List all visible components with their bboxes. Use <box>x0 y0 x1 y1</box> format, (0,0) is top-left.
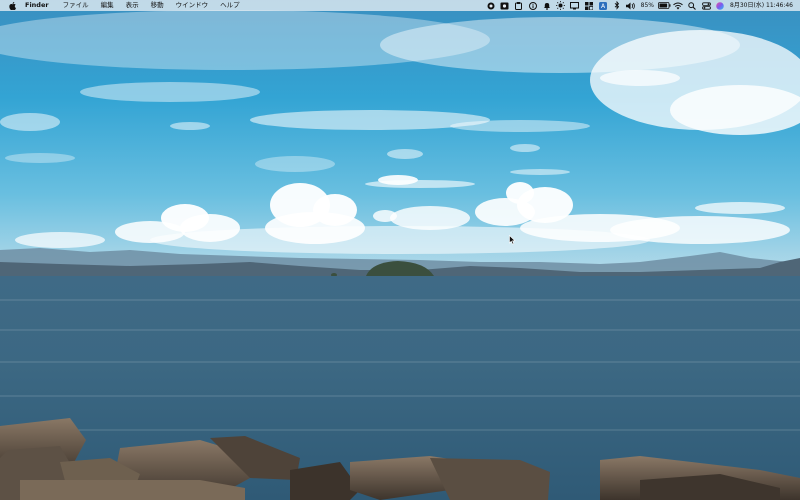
menu-clock[interactable]: 8月30日(水) 11:46:46 <box>727 0 796 11</box>
mouse-pointer-icon <box>509 235 516 245</box>
siri-icon[interactable] <box>713 0 727 11</box>
wallpaper <box>0 0 800 500</box>
menu-finder[interactable]: Finder <box>21 0 57 11</box>
clipboard-icon[interactable] <box>512 0 526 11</box>
menu-go[interactable]: 移動 <box>145 0 170 11</box>
battery-percent: 85% <box>640 2 654 9</box>
control-center-icon[interactable] <box>699 0 713 11</box>
bell-icon[interactable] <box>540 0 554 11</box>
wifi-icon[interactable] <box>671 0 685 11</box>
screenshot-icon[interactable] <box>498 0 512 11</box>
keyboard-icon[interactable]: A <box>596 0 610 11</box>
menu-window[interactable]: ウインドウ <box>170 0 215 11</box>
volume-icon[interactable] <box>624 0 638 11</box>
bluetooth-icon[interactable] <box>610 0 624 11</box>
menu-view[interactable]: 表示 <box>120 0 145 11</box>
grid-icon[interactable] <box>582 0 596 11</box>
menu-help[interactable]: ヘルプ <box>214 0 246 11</box>
apple-menu-icon[interactable] <box>3 0 21 11</box>
info-icon[interactable] <box>526 0 540 11</box>
battery-icon[interactable] <box>657 0 671 11</box>
desktop: Finder ファイル 編集 表示 移動 ウインドウ ヘルプ A 85% 8月3… <box>0 0 800 500</box>
menu-edit[interactable]: 編集 <box>95 0 120 11</box>
display-icon[interactable] <box>568 0 582 11</box>
record-icon[interactable] <box>484 0 498 11</box>
menu-file[interactable]: ファイル <box>57 0 95 11</box>
menu-bar: Finder ファイル 編集 表示 移動 ウインドウ ヘルプ A 85% 8月3… <box>0 0 800 11</box>
brightness-icon[interactable] <box>554 0 568 11</box>
search-icon[interactable] <box>685 0 699 11</box>
